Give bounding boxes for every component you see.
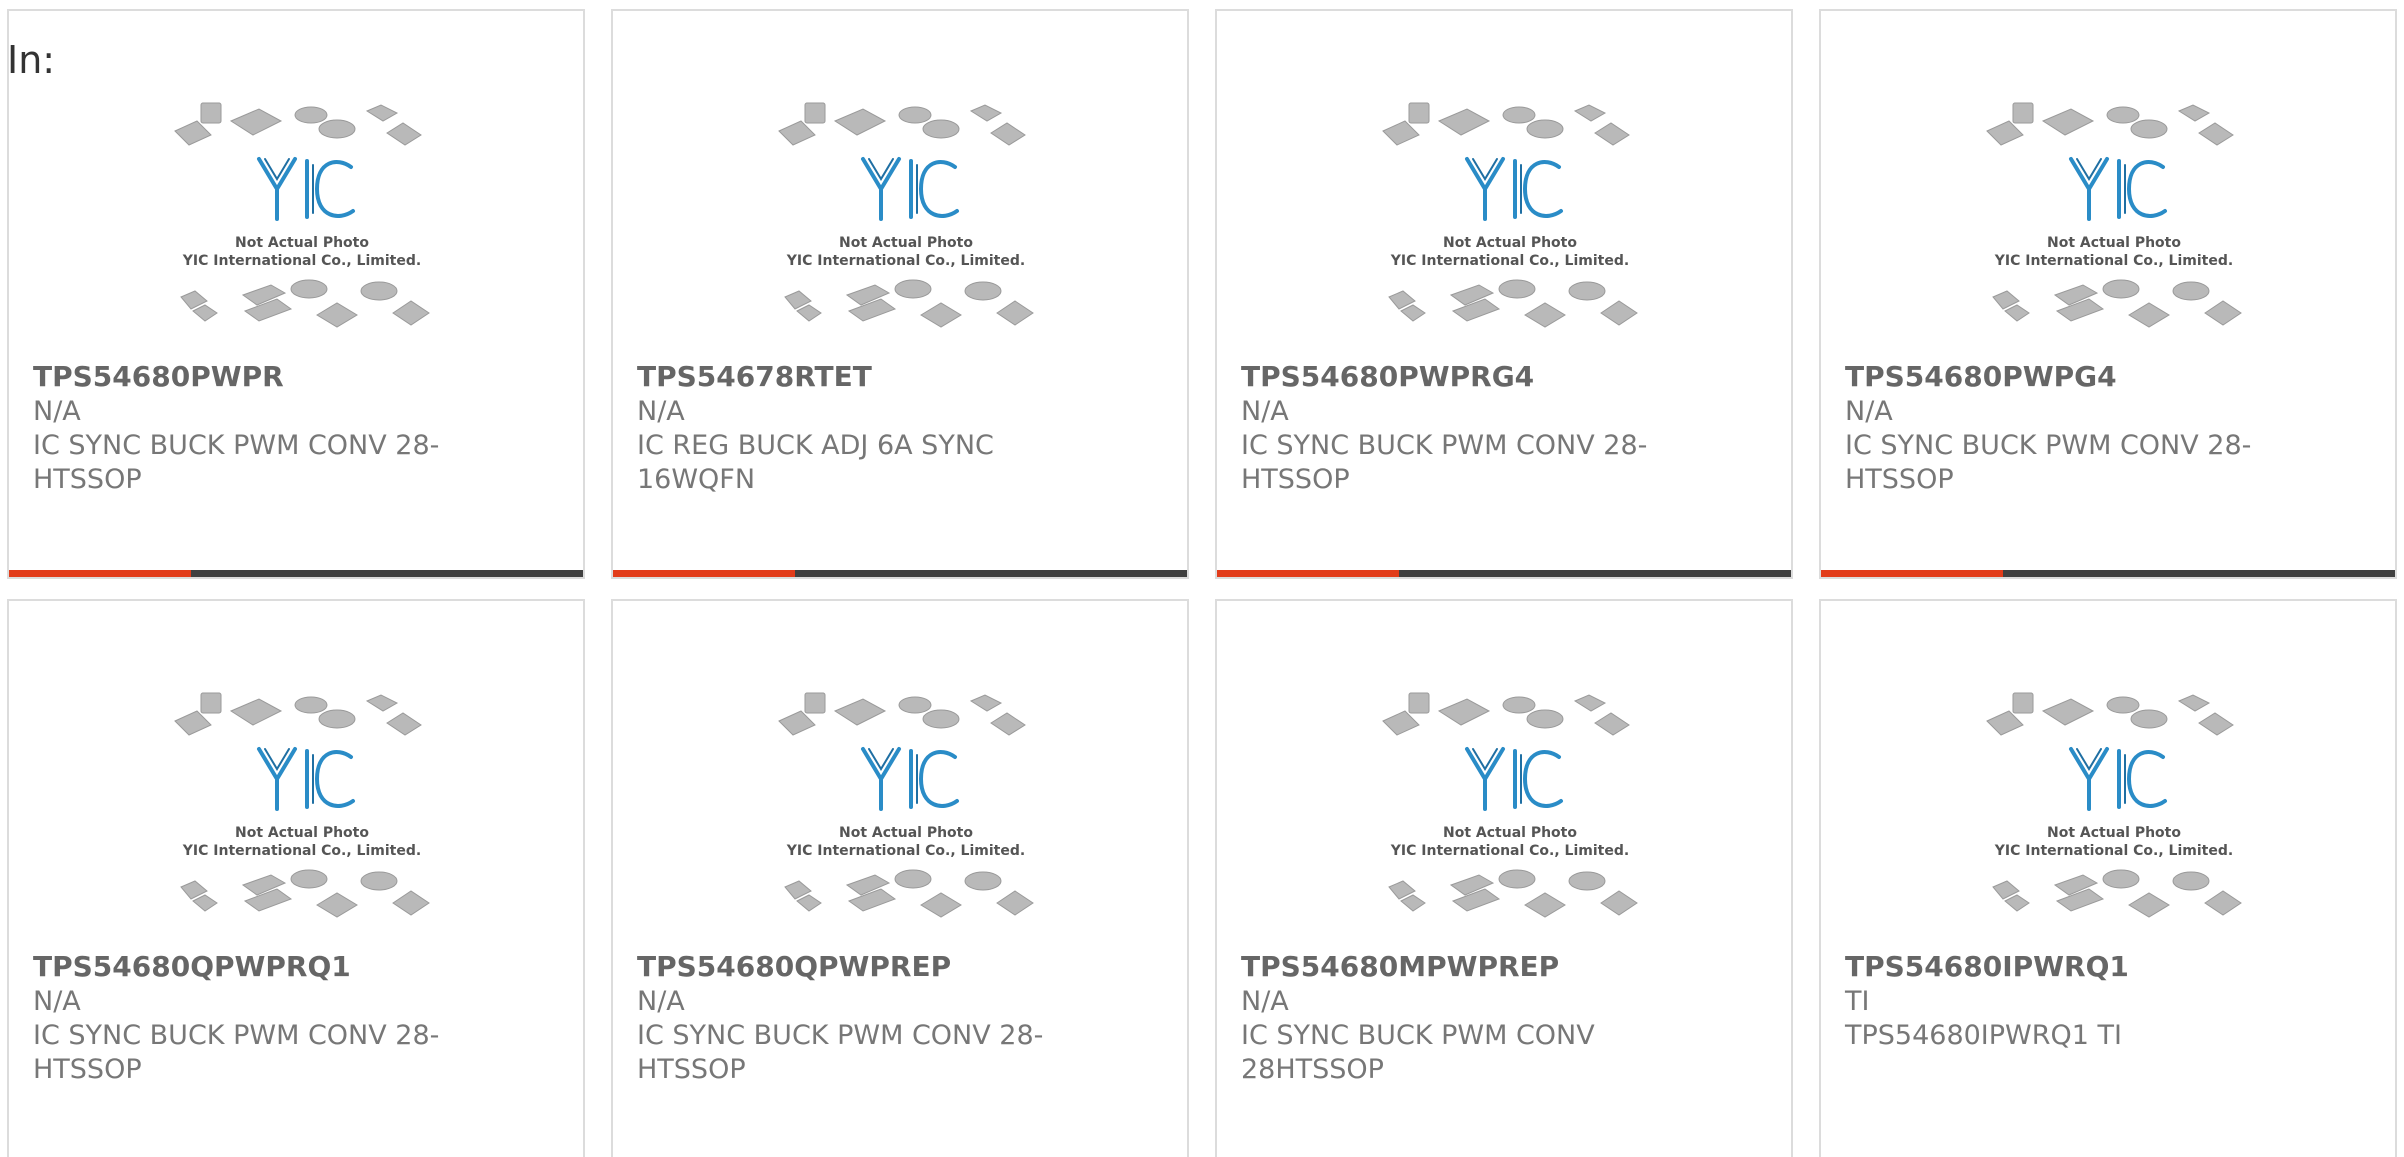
description: IC SYNC BUCK PWM CONV 28-HTSSOP	[33, 430, 440, 495]
placeholder-photo: Not Actual Photo YIC International Co., …	[1382, 102, 1638, 328]
placeholder-photo: Not Actual Photo YIC International Co., …	[174, 102, 430, 328]
watermark-line2: YIC International Co., Limited.	[182, 253, 421, 269]
placeholder-photo: Not Actual Photo YIC International Co., …	[1986, 102, 2242, 328]
product-info: TPS54680QPWPRQ1 N/A IC SYNC BUCK PWM CON…	[33, 949, 473, 1087]
card-footer-bar	[613, 570, 1187, 577]
brand: N/A	[1241, 986, 1289, 1017]
card-footer-bar	[1821, 570, 2395, 577]
part-number[interactable]: TPS54680MPWPREP	[1241, 949, 1681, 985]
product-card[interactable]: Not Actual Photo YIC International Co., …	[1819, 9, 2397, 579]
placeholder-photo: Not Actual Photo YIC International Co., …	[778, 692, 1034, 918]
product-card[interactable]: Not Actual Photo YIC International Co., …	[611, 9, 1189, 579]
description: IC SYNC BUCK PWM CONV 28HTSSOP	[1241, 1020, 1595, 1085]
watermark-line2: YIC International Co., Limited.	[1390, 843, 1629, 859]
watermark-line2: YIC International Co., Limited.	[1994, 253, 2233, 269]
placeholder-photo: Not Actual Photo YIC International Co., …	[1382, 692, 1638, 918]
brand: N/A	[1845, 396, 1893, 427]
yic-logo	[2069, 747, 2167, 811]
product-info: TPS54680PWPRG4 N/A IC SYNC BUCK PWM CONV…	[1241, 359, 1681, 497]
watermark-line2: YIC International Co., Limited.	[182, 843, 421, 859]
part-number[interactable]: TPS54680QPWPREP	[637, 949, 1077, 985]
product-card[interactable]: Not Actual Photo YIC International Co., …	[1819, 599, 2397, 1157]
watermark-line1: Not Actual Photo	[235, 825, 369, 841]
watermark-line2: YIC International Co., Limited.	[1390, 253, 1629, 269]
yic-logo	[861, 157, 959, 221]
watermark-line2: YIC International Co., Limited.	[1994, 843, 2233, 859]
watermark-line2: YIC International Co., Limited.	[786, 843, 1025, 859]
watermark-line1: Not Actual Photo	[2047, 235, 2181, 251]
card-footer-bar	[1217, 570, 1791, 577]
description: TPS54680IPWRQ1 TI	[1845, 1020, 2122, 1051]
product-info: TPS54680PWPR N/A IC SYNC BUCK PWM CONV 2…	[33, 359, 473, 497]
watermark-line1: Not Actual Photo	[1443, 825, 1577, 841]
product-info: TPS54680QPWPREP N/A IC SYNC BUCK PWM CON…	[637, 949, 1077, 1087]
description: IC REG BUCK ADJ 6A SYNC 16WQFN	[637, 430, 994, 495]
placeholder-photo: Not Actual Photo YIC International Co., …	[174, 692, 430, 918]
description: IC SYNC BUCK PWM CONV 28-HTSSOP	[33, 1020, 440, 1085]
yic-logo	[861, 747, 959, 811]
watermark-line1: Not Actual Photo	[839, 235, 973, 251]
part-number[interactable]: TPS54678RTET	[637, 359, 1077, 395]
product-info: TPS54678RTET N/A IC REG BUCK ADJ 6A SYNC…	[637, 359, 1077, 497]
card-accent-bar	[1821, 570, 2003, 577]
card-accent-bar	[1217, 570, 1399, 577]
product-info: TPS54680IPWRQ1 TI TPS54680IPWRQ1 TI	[1845, 949, 2285, 1053]
card-footer-bar	[9, 570, 583, 577]
product-info: TPS54680PWPG4 N/A IC SYNC BUCK PWM CONV …	[1845, 359, 2285, 497]
product-card[interactable]: Not Actual Photo YIC International Co., …	[7, 9, 585, 579]
yic-logo	[1465, 747, 1563, 811]
yic-logo	[257, 747, 355, 811]
placeholder-photo: Not Actual Photo YIC International Co., …	[1986, 692, 2242, 918]
description: IC SYNC BUCK PWM CONV 28-HTSSOP	[1845, 430, 2252, 495]
product-info: TPS54680MPWPREP N/A IC SYNC BUCK PWM CON…	[1241, 949, 1681, 1087]
brand: TI	[1845, 986, 1870, 1017]
card-accent-bar	[613, 570, 795, 577]
watermark-line2: YIC International Co., Limited.	[786, 253, 1025, 269]
brand: N/A	[1241, 396, 1289, 427]
product-card[interactable]: Not Actual Photo YIC International Co., …	[1215, 599, 1793, 1157]
product-card[interactable]: Not Actual Photo YIC International Co., …	[7, 599, 585, 1157]
description: IC SYNC BUCK PWM CONV 28-HTSSOP	[637, 1020, 1044, 1085]
part-number[interactable]: TPS54680PWPR	[33, 359, 473, 395]
part-number[interactable]: TPS54680QPWPRQ1	[33, 949, 473, 985]
watermark-line1: Not Actual Photo	[1443, 235, 1577, 251]
product-card[interactable]: Not Actual Photo YIC International Co., …	[611, 599, 1189, 1157]
brand: N/A	[637, 396, 685, 427]
brand: N/A	[637, 986, 685, 1017]
yic-logo	[2069, 157, 2167, 221]
card-accent-bar	[9, 570, 191, 577]
brand: N/A	[33, 986, 81, 1017]
filter-label: In:	[7, 38, 56, 82]
yic-logo	[257, 157, 355, 221]
brand: N/A	[33, 396, 81, 427]
part-number[interactable]: TPS54680PWPG4	[1845, 359, 2285, 395]
part-number[interactable]: TPS54680PWPRG4	[1241, 359, 1681, 395]
description: IC SYNC BUCK PWM CONV 28-HTSSOP	[1241, 430, 1648, 495]
watermark-line1: Not Actual Photo	[839, 825, 973, 841]
watermark-line1: Not Actual Photo	[2047, 825, 2181, 841]
product-card[interactable]: Not Actual Photo YIC International Co., …	[1215, 9, 1793, 579]
part-number[interactable]: TPS54680IPWRQ1	[1845, 949, 2285, 985]
yic-logo	[1465, 157, 1563, 221]
watermark-line1: Not Actual Photo	[235, 235, 369, 251]
placeholder-photo: Not Actual Photo YIC International Co., …	[778, 102, 1034, 328]
